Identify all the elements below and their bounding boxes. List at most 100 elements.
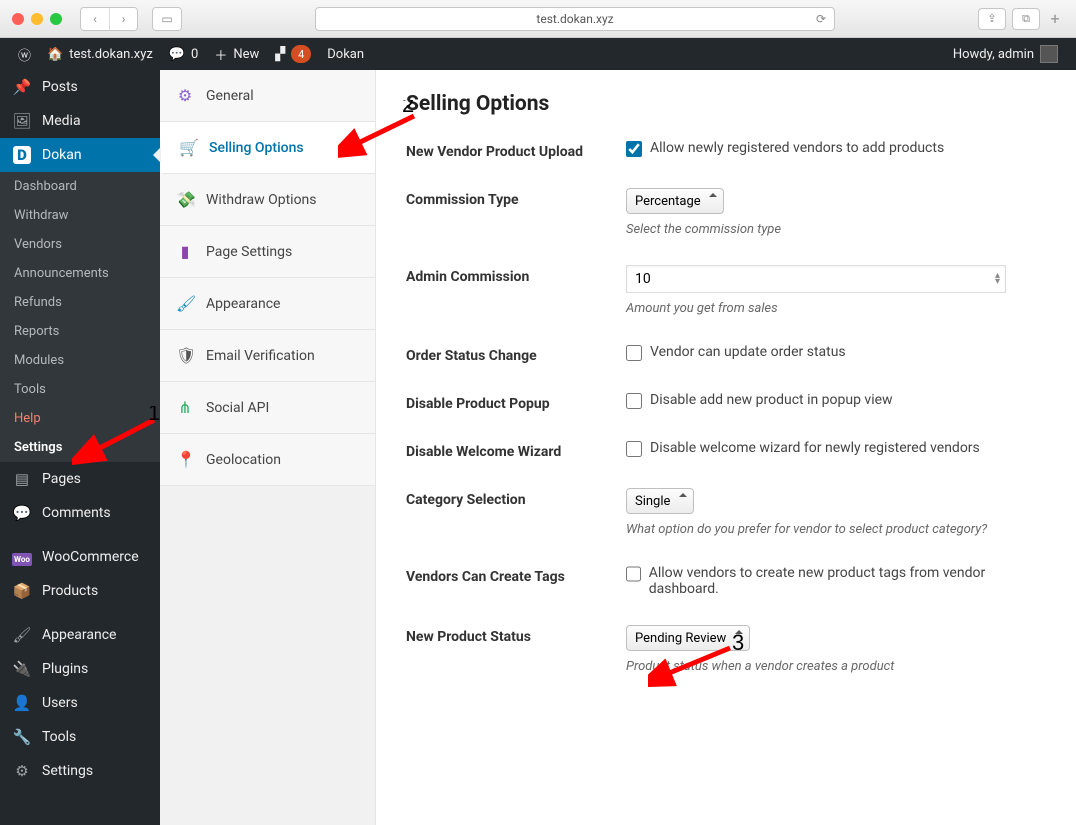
checkbox-input[interactable] [626,345,642,361]
sidebar-item-pages[interactable]: ▤ Pages [0,462,160,496]
new-tab-icon[interactable]: + [1046,8,1064,30]
sidebar-item-label: Plugins [42,661,88,677]
sidebar-item-plugins[interactable]: 🔌Plugins [0,652,160,686]
appearance-icon: 🖌 [176,294,194,313]
tab-withdraw-options[interactable]: 💸 Withdraw Options [160,174,375,226]
sidebar-item-media[interactable]: 🖼Media [0,104,160,138]
spinner-icon[interactable]: ▴▾ [995,273,1000,285]
browser-toolbar: ‹ › ▭ test.dokan.xyz ⟳ ⇪ ⧉ + [0,0,1076,38]
checkbox-input[interactable] [626,393,642,409]
submenu-item-modules[interactable]: Modules [0,346,160,375]
tab-social-api[interactable]: ⋔Social API [160,382,375,434]
sidebar-item-tools[interactable]: 🔧 Tools [0,720,160,754]
field-label: New Vendor Product Upload [406,140,626,160]
site-link[interactable]: 🏠test.dokan.xyz [39,38,161,70]
maximize-window-icon[interactable] [50,13,62,25]
url-bar[interactable]: test.dokan.xyz ⟳ [315,7,835,31]
submenu-item-announcements[interactable]: Announcements [0,259,160,288]
media-icon: 🖼 [12,112,32,130]
admin-commission-input[interactable]: ▴▾ [626,265,1006,293]
dokan-notif[interactable]: ▞4 [267,38,319,70]
submenu-item-settings[interactable]: Settings [0,433,160,462]
submenu-item-refunds[interactable]: Refunds [0,288,160,317]
submenu-item-vendors[interactable]: Vendors [0,230,160,259]
tab-appearance[interactable]: 🖌Appearance [160,278,375,330]
sidebar-toggle-group: ▭ [152,7,182,31]
tab-label: Selling Options [209,140,304,156]
sidebar-item-label: Comments [42,505,111,521]
submenu-item-dashboard[interactable]: Dashboard [0,172,160,201]
field-label: Vendors Can Create Tags [406,565,626,585]
create-tags-checkbox[interactable]: Allow vendors to create new product tags… [626,565,1026,597]
minimize-window-icon[interactable] [31,13,43,25]
wpbar-right: Howdy, admin [945,45,1066,63]
field-desc: Amount you get from sales [626,301,1046,316]
tab-label: Withdraw Options [206,192,317,208]
vendor-upload-checkbox[interactable]: Allow newly registered vendors to add pr… [626,140,1026,157]
admin-sidebar: 📌 Posts 🖼MediaDDokanDashboardWithdrawVendo… [0,70,160,825]
sidebar-item-label: Dokan [42,147,82,163]
order-status-checkbox[interactable]: Vendor can update order status [626,344,1026,361]
select-input[interactable]: Percentage [626,188,724,214]
tab-selling-options[interactable]: 🛒 Selling Options [160,122,375,174]
disable-wizard-checkbox[interactable]: Disable welcome wizard for newly registe… [626,440,1026,457]
dokan-brand[interactable]: Dokan [319,38,372,70]
comments-link[interactable]: 💬0 [161,38,207,70]
select-input[interactable]: Pending Review [626,625,750,651]
checkbox-input[interactable] [626,141,642,157]
posts-icon: 📌 [12,78,32,96]
number-input[interactable] [626,265,1006,293]
sidebar-item-posts[interactable]: 📌 Posts [0,70,160,104]
share-icon[interactable]: ⇪ [978,8,1006,30]
category-select[interactable]: Single [626,488,694,514]
sidebar-item-label: Pages [42,471,81,487]
selling-options-icon: 🛒 [179,138,197,157]
forward-button[interactable]: › [109,8,137,30]
new-link[interactable]: ＋New [206,38,267,70]
field-label: Commission Type [406,188,626,208]
sidebar-item-users[interactable]: 👤Users [0,686,160,720]
checkbox-input[interactable] [626,441,642,457]
field-label: Admin Commission [406,265,626,285]
sidebar-item-comments[interactable]: 💬 Comments [0,496,160,530]
disable-popup-checkbox[interactable]: Disable add new product in popup view [626,392,1026,409]
field-desc: What option do you prefer for vendor to … [626,522,1046,537]
commission-type-select[interactable]: Percentage [626,188,724,214]
tools-icon: 🔧 [12,728,32,746]
sidebar-item-label: Tools [42,729,76,745]
sidebar-item-settings[interactable]: ⚙Settings [0,754,160,788]
tab-page-settings[interactable]: ▮Page Settings [160,226,375,278]
reload-icon[interactable]: ⟳ [816,12,826,26]
products-icon: 📦 [12,582,32,600]
sidebar-item-dokan[interactable]: DDokan [0,138,160,172]
sidebar-item-woocommerce[interactable]: WooWooCommerce [0,540,160,574]
howdy-link[interactable]: Howdy, admin [945,45,1066,63]
select-input[interactable]: Single [626,488,694,514]
new-status-select[interactable]: Pending Review [626,625,750,651]
submenu-item-tools[interactable]: Tools [0,375,160,404]
tab-label: Geolocation [206,452,281,468]
checkbox-input[interactable] [626,566,641,582]
back-button[interactable]: ‹ [81,8,109,30]
comments-icon: 💬 [12,504,32,522]
url-text: test.dokan.xyz [536,12,613,26]
settings-tabs: ⚙General 🛒 Selling Options 💸 Withdraw Option… [160,70,376,825]
tab-geolocation[interactable]: 📍Geolocation [160,434,375,486]
browser-right-buttons: ⇪ ⧉ + [978,8,1064,30]
tab-general[interactable]: ⚙General [160,70,375,122]
tabs-icon[interactable]: ⧉ [1012,8,1040,30]
submenu-item-reports[interactable]: Reports [0,317,160,346]
sidebar-toggle-icon[interactable]: ▭ [153,8,181,30]
withdraw-options-icon: 💸 [176,190,194,209]
tab-email-verification[interactable]: 🛡Email Verification [160,330,375,382]
wp-logo[interactable]: ⓦ [10,38,39,70]
pages-icon: ▤ [12,470,32,488]
field-desc: Select the commission type [626,222,1046,237]
close-window-icon[interactable] [12,13,24,25]
sidebar-item-appearance[interactable]: 🖌Appearance [0,618,160,652]
submenu-item-withdraw[interactable]: Withdraw [0,201,160,230]
submenu-item-help[interactable]: Help [0,404,160,433]
sidebar-item-label: Posts [42,79,78,95]
general-icon: ⚙ [176,86,194,105]
sidebar-item-products[interactable]: 📦Products [0,574,160,608]
